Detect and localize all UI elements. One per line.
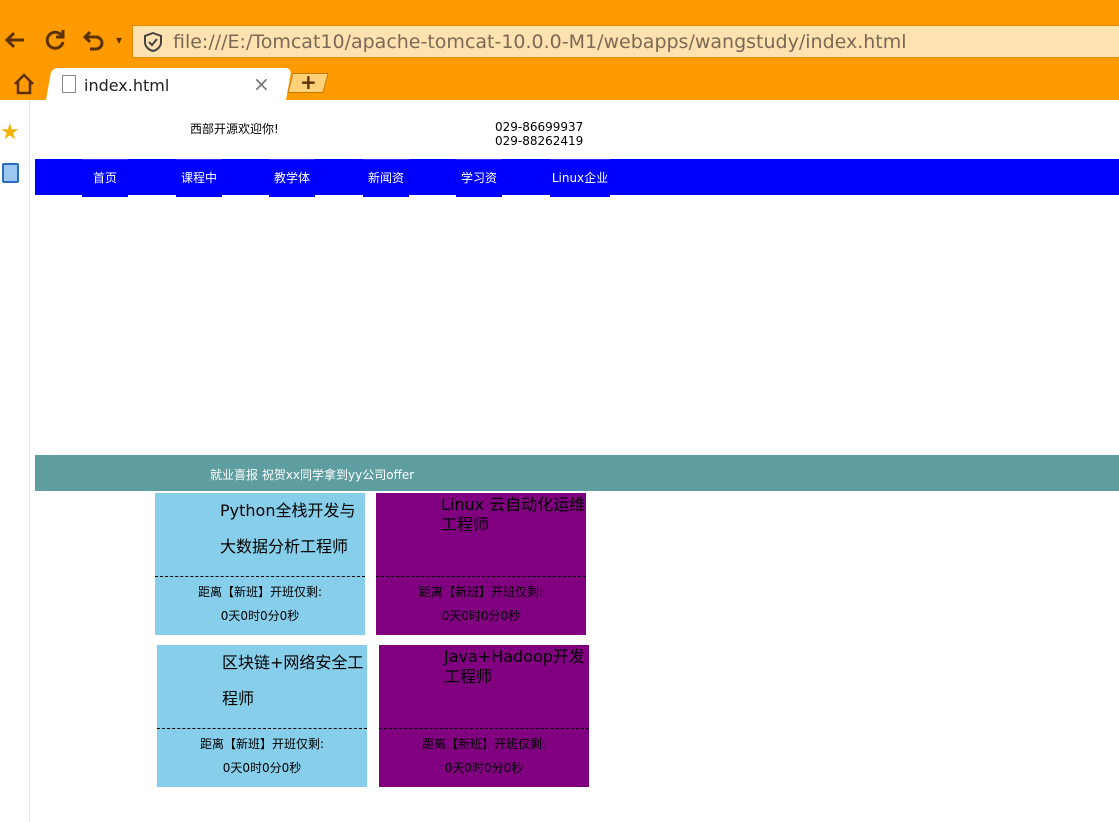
countdown-time: 0天0时0分0秒	[222, 761, 302, 775]
url-text[interactable]: file:///E:/Tomcat10/apache-tomcat-10.0.0…	[173, 31, 907, 53]
nav-item-learning[interactable]: 学习资	[456, 159, 502, 197]
countdown-label: 距离【新班】开班仅剩:	[199, 737, 325, 751]
home-icon[interactable]	[12, 72, 36, 96]
new-tab-plus-icon[interactable]: +	[300, 70, 317, 94]
banner-text: 就业喜报 祝贺xx同学拿到yy公司offer	[210, 468, 415, 482]
course-card[interactable]: 区块链+网络安全工程师 距离【新班】开班仅剩: 0天0时0分0秒	[157, 645, 367, 787]
active-tab[interactable]: index.html ×	[60, 68, 280, 100]
countdown-label: 距离【新班】开班仅剩:	[421, 737, 547, 751]
favorites-star-icon[interactable]: ★	[0, 120, 20, 145]
reload-icon[interactable]	[42, 27, 68, 53]
countdown-time: 0天0时0分0秒	[220, 609, 300, 623]
document-icon	[62, 75, 76, 93]
welcome-text: 西部开源欢迎你!	[190, 122, 279, 136]
nav-item-news[interactable]: 新闻资	[363, 159, 409, 197]
nav-item-home[interactable]: 首页	[82, 159, 128, 197]
course-title: Java+Hadoop开发工程师	[444, 647, 585, 686]
browser-toolbar: ▾ file:///E:/Tomcat10/apache-tomcat-10.0…	[0, 0, 1119, 100]
close-tab-icon[interactable]: ×	[253, 72, 270, 96]
course-card[interactable]: Java+Hadoop开发工程师 距离【新班】开班仅剩: 0天0时0分0秒	[379, 645, 589, 787]
card-divider	[379, 728, 589, 729]
nav-item-teaching[interactable]: 教学体	[269, 159, 315, 197]
undo-dropdown-icon[interactable]: ▾	[106, 27, 132, 53]
back-icon[interactable]	[2, 27, 28, 53]
address-bar[interactable]: file:///E:/Tomcat10/apache-tomcat-10.0.0…	[132, 25, 1119, 58]
page-content: 西部开源欢迎你! 029-86699937 029-88262419 首页 课程…	[35, 100, 1119, 822]
undo-icon[interactable]	[80, 27, 106, 53]
course-title: Linux 云自动化运维工程师	[441, 495, 586, 534]
course-card[interactable]: Linux 云自动化运维工程师 距离【新班】开班仅剩: 0天0时0分0秒	[376, 493, 586, 635]
countdown-time: 0天0时0分0秒	[444, 761, 524, 775]
nav-item-courses[interactable]: 课程中	[176, 159, 222, 197]
employment-banner: 就业喜报 祝贺xx同学拿到yy公司offer	[35, 455, 1119, 491]
device-icon[interactable]	[2, 163, 19, 183]
card-divider	[157, 728, 367, 729]
tab-title: index.html	[84, 76, 170, 95]
security-shield-icon	[143, 31, 163, 53]
countdown-label: 距离【新班】开班仅剩:	[418, 585, 544, 599]
course-title: 区块链+网络安全工程师	[222, 653, 364, 708]
nav-item-linux[interactable]: Linux企业	[550, 159, 610, 197]
card-divider	[376, 576, 586, 577]
main-nav: 首页 课程中 教学体 新闻资 学习资 Linux企业	[35, 159, 1119, 197]
countdown-label: 距离【新班】开班仅剩:	[197, 585, 323, 599]
card-divider	[155, 576, 365, 577]
course-card[interactable]: Python全栈开发与大数据分析工程师 距离【新班】开班仅剩: 0天0时0分0秒	[155, 493, 365, 635]
phone-number: 029-86699937 029-88262419	[495, 120, 584, 148]
sidebar	[0, 100, 30, 822]
course-title: Python全栈开发与大数据分析工程师	[220, 501, 356, 556]
countdown-time: 0天0时0分0秒	[441, 609, 521, 623]
